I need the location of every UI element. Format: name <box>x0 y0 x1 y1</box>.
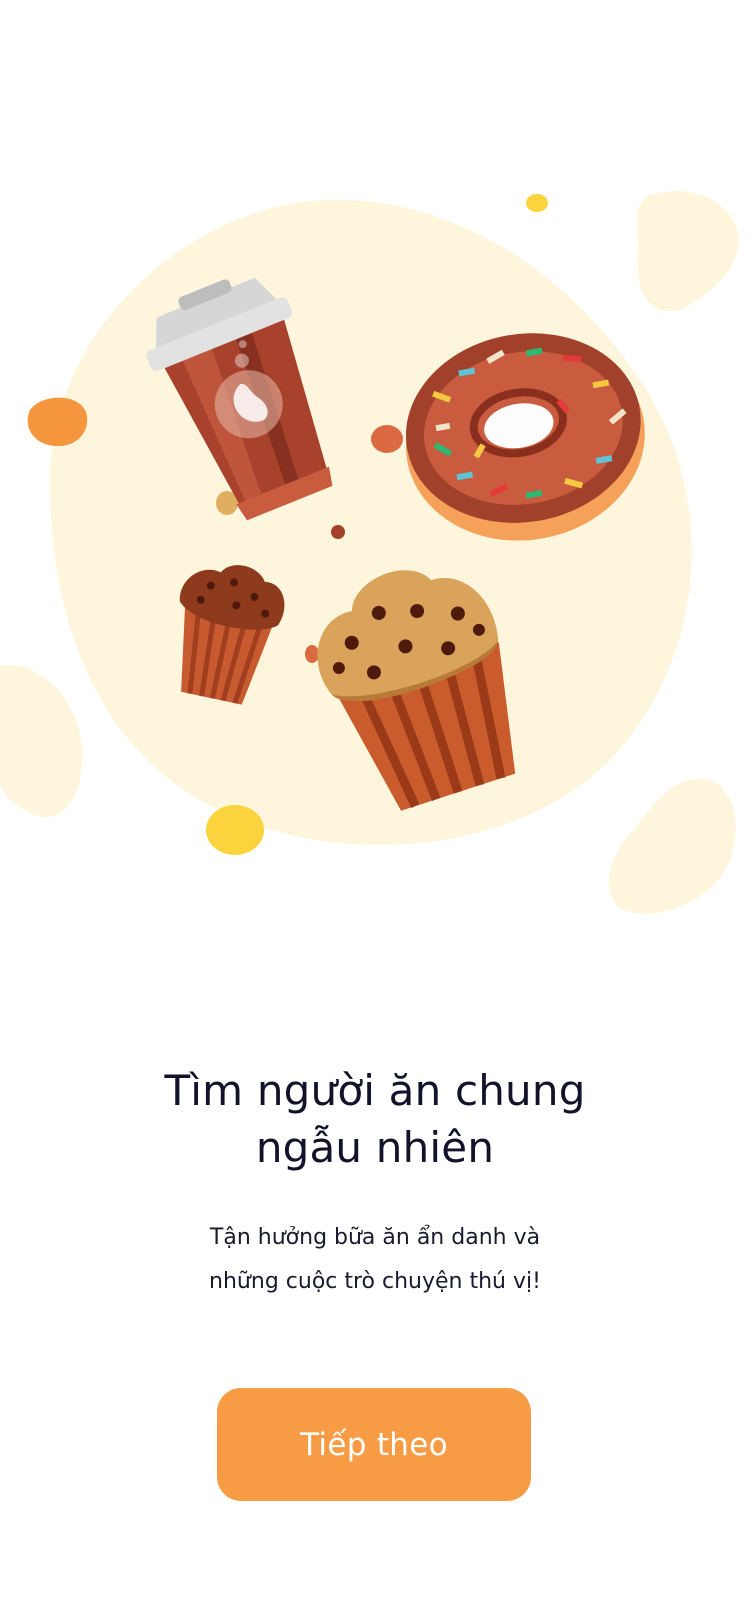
decor-blob-yellow-bottom <box>206 805 264 855</box>
page-subtitle: Tận hưởng bữa ăn ẩn danh và những cuộc t… <box>125 1216 625 1304</box>
subtitle-line-1: Tận hưởng bữa ăn ẩn danh và <box>209 1225 541 1250</box>
title-line-2: ngẫu nhiên <box>255 1123 495 1172</box>
next-button[interactable]: Tiếp theo <box>217 1388 531 1501</box>
title-line-1: Tìm người ăn chung <box>164 1066 586 1115</box>
page-title: Tìm người ăn chung ngẫu nhiên <box>75 1062 675 1176</box>
subtitle-line-2: những cuộc trò chuyện thú vị! <box>209 1269 541 1294</box>
decor-dot-rust-2 <box>305 645 319 663</box>
decor-dot-brown <box>331 525 345 539</box>
decor-blob-bottom-right <box>608 778 736 914</box>
decor-blob-orange-left <box>27 397 88 447</box>
decor-dot-rust-1 <box>371 425 403 453</box>
decor-blob-left <box>0 664 83 818</box>
food-illustration <box>0 0 750 960</box>
decor-blob-top-right <box>637 191 739 312</box>
decor-dot-yellow-top <box>526 194 548 212</box>
